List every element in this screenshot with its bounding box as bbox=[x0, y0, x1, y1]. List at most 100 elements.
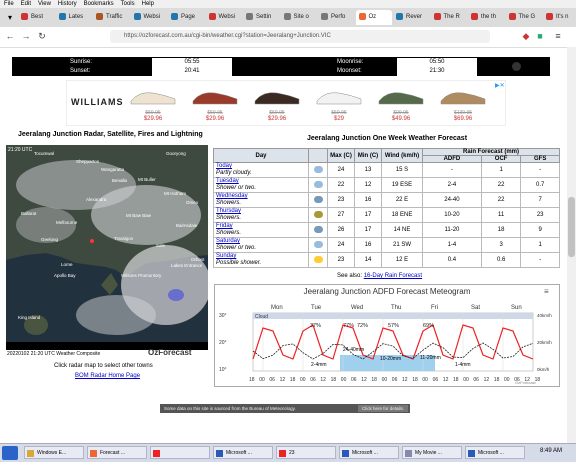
tab-strip: Best Lates Traffic Websi Page Websi Settin Site… bbox=[0, 8, 576, 27]
see-also-label: See also: bbox=[337, 273, 363, 279]
bom-radar-link[interactable]: BOM Radar Home Page bbox=[75, 373, 140, 379]
forecast-day-link[interactable]: Sunday bbox=[216, 253, 306, 260]
meteogram-hour-label: 18 bbox=[290, 377, 296, 383]
tab-favicon-icon bbox=[171, 12, 178, 20]
browser-tab[interactable]: Best bbox=[18, 10, 54, 25]
forecast-gfs: 23 bbox=[520, 207, 560, 223]
browser-tab[interactable]: The R bbox=[431, 10, 467, 25]
tab-label: Site o bbox=[293, 14, 309, 20]
scrollbar[interactable] bbox=[567, 47, 576, 443]
browser-tab[interactable]: the th bbox=[468, 10, 504, 25]
browser-tab[interactable]: Rever bbox=[393, 10, 429, 25]
forecast-heading: Jeeralang Junction One Week Weather Fore… bbox=[307, 135, 468, 142]
start-icon[interactable] bbox=[2, 446, 18, 460]
browser-tab[interactable]: Traffic bbox=[93, 10, 129, 25]
browser-tab[interactable]: Lates bbox=[56, 10, 92, 25]
meteogram-hour-label: 00 bbox=[422, 377, 428, 383]
ad-product-image[interactable] bbox=[311, 83, 367, 109]
taskbar-button[interactable] bbox=[150, 446, 210, 459]
taskbar-button[interactable]: Windows E... bbox=[24, 446, 84, 459]
moon-phase-icon bbox=[512, 62, 521, 71]
reload-icon[interactable]: ↻ bbox=[36, 30, 48, 43]
taskbar-app-icon bbox=[342, 450, 349, 457]
browser-tab[interactable]: Oz bbox=[355, 10, 392, 25]
menu-item-help[interactable]: Help bbox=[142, 1, 154, 7]
menu-item-bookmarks[interactable]: Bookmarks bbox=[84, 1, 114, 7]
url-field[interactable]: https://ozforecast.com.au/cgi-bin/weathe… bbox=[110, 30, 490, 43]
taskbar-label: 23 bbox=[289, 450, 295, 456]
radar-place-label: King Island bbox=[18, 315, 41, 320]
ad-product-image[interactable] bbox=[435, 83, 491, 109]
taskbar-button[interactable]: My Movie ... bbox=[402, 446, 462, 459]
radar-place-label: Shepparton bbox=[76, 159, 100, 164]
weather-icon bbox=[313, 180, 323, 188]
forecast-icon-cell bbox=[308, 207, 328, 223]
tab-label: It's n bbox=[556, 14, 569, 20]
forecast-gfs: 1 bbox=[520, 237, 560, 253]
rain-forecast-link[interactable]: 16-Day Rain Forecast bbox=[364, 273, 422, 279]
forecast-max: 24 bbox=[327, 237, 355, 253]
forecast-wind: 22 E bbox=[381, 192, 423, 208]
moonset-label: Moonset: bbox=[337, 68, 362, 74]
menu-item-tools[interactable]: Tools bbox=[121, 1, 135, 7]
pocket-icon[interactable]: ◆ bbox=[520, 30, 532, 43]
tab-list-icon[interactable]: ▾ bbox=[4, 11, 16, 24]
radar-map[interactable]: 21:20 UTC Shepparton Wangaratta Gooryong Be… bbox=[6, 145, 208, 350]
forecast-min: 16 bbox=[354, 192, 382, 208]
browser-tab[interactable]: Websi bbox=[206, 10, 242, 25]
menu-bar: File Edit View History Bookmarks Tools Help bbox=[0, 0, 576, 8]
forecast-day-link[interactable]: Wednesday bbox=[216, 193, 306, 200]
menu-icon[interactable]: ≡ bbox=[552, 30, 564, 43]
ad-product-image[interactable] bbox=[187, 83, 243, 109]
browser-tab[interactable]: Settin bbox=[243, 10, 279, 25]
radar-place-label: Wangaratta bbox=[101, 167, 125, 172]
taskbar-button[interactable]: Microsoft ... bbox=[339, 446, 399, 459]
radar-place-label: Benalla bbox=[112, 178, 128, 183]
back-icon[interactable]: ← bbox=[4, 30, 16, 43]
cloud-label: Cloud bbox=[255, 314, 268, 320]
tab-label: Websi bbox=[143, 14, 161, 20]
browser-tab[interactable]: Websi bbox=[131, 10, 167, 25]
tab-favicon-icon bbox=[508, 12, 516, 20]
forecast-min: 13 bbox=[354, 162, 382, 178]
browser-tab[interactable]: It's n bbox=[543, 10, 576, 25]
forecast-day-link[interactable]: Tuesday bbox=[216, 178, 306, 185]
ad-product-image[interactable] bbox=[125, 83, 181, 109]
taskbar-button[interactable]: 23 bbox=[276, 446, 336, 459]
browser-tab[interactable]: Page bbox=[168, 10, 204, 25]
browser-tab[interactable]: The G bbox=[506, 10, 542, 25]
forecast-row: Tuesday Shower or two. 22 12 19 ESE 2-4 22 0.7 bbox=[213, 177, 560, 193]
ad-product-image[interactable] bbox=[249, 83, 305, 109]
taskbar-button[interactable]: Microsoft ... bbox=[465, 446, 525, 459]
forecast-adfd: 0.4 bbox=[422, 252, 482, 268]
radar-place-label: Omeo bbox=[186, 200, 199, 205]
forecast-day-link[interactable]: Friday bbox=[216, 223, 306, 230]
forecast-desc: Showers. bbox=[216, 200, 242, 206]
browser-tab[interactable]: Site o bbox=[281, 10, 317, 25]
tab-label: Perfo bbox=[331, 14, 346, 20]
forecast-wind: 14 NE bbox=[381, 222, 423, 238]
menu-item-history[interactable]: History bbox=[58, 1, 77, 7]
forecast-day-link[interactable]: Saturday bbox=[216, 238, 306, 245]
radar-place-label: Apollo Bay bbox=[54, 273, 76, 278]
forecast-day-link[interactable]: Today bbox=[216, 163, 306, 170]
ad-choices-icon[interactable]: ▶✕ bbox=[495, 82, 505, 89]
extension-icon[interactable]: ■ bbox=[534, 30, 546, 43]
forward-icon[interactable]: → bbox=[20, 30, 32, 43]
browser-tab[interactable]: Perfo bbox=[318, 10, 354, 25]
menu-item-file[interactable]: File bbox=[4, 1, 14, 7]
taskbar-button[interactable]: Forecast ... bbox=[87, 446, 147, 459]
taskbar-button[interactable]: Microsoft ... bbox=[213, 446, 273, 459]
details-button[interactable]: Click here for details. bbox=[357, 405, 408, 412]
meteogram-hour-label: 18 bbox=[371, 377, 377, 383]
ad-brand: WILLIAMS bbox=[71, 97, 124, 107]
meteogram-hour-label: 06 bbox=[310, 377, 316, 383]
weather-icon bbox=[313, 255, 323, 263]
radar-caption: 20220102 21:20 UTC Weather Composite bbox=[7, 351, 101, 357]
advertisement-banner[interactable]: WILLIAMS $59.95 $29.96 $59.95 $29.96 $59.95 $… bbox=[66, 80, 506, 126]
ad-product-image[interactable] bbox=[373, 83, 429, 109]
menu-item-edit[interactable]: Edit bbox=[21, 1, 31, 7]
forecast-day-link[interactable]: Thursday bbox=[216, 208, 306, 215]
menu-item-view[interactable]: View bbox=[38, 1, 51, 7]
forecast-adfd: 1-4 bbox=[422, 237, 482, 253]
